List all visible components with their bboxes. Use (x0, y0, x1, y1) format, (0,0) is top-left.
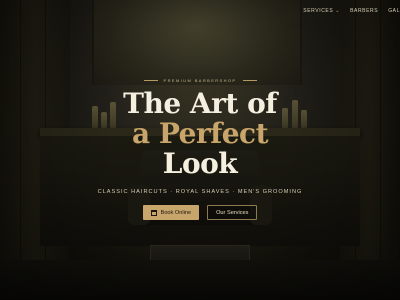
hero-section: PREMIUM BARBERSHOP The Art of a Perfect … (0, 78, 400, 220)
nav-item-barbers[interactable]: BARBERS (350, 8, 378, 14)
our-services-button[interactable]: Our Services (207, 205, 258, 220)
calendar-icon (150, 209, 157, 216)
eyebrow-divider (143, 80, 158, 81)
nav-item-gallery[interactable]: GAL (388, 8, 400, 14)
hero-title: The Art of a Perfect Look (0, 89, 400, 179)
nav-item-label: GAL (388, 8, 400, 14)
chevron-down-icon: ⌄ (335, 8, 341, 14)
hero-title-line-2: a Perfect (131, 117, 269, 150)
eyebrow-divider (242, 80, 257, 81)
hero-title-line-1: The Art of (123, 87, 277, 120)
our-services-label: Our Services (216, 209, 249, 216)
book-online-label: Book Online (160, 209, 192, 216)
hero-title-line-3: Look (162, 147, 238, 180)
eyebrow-text: PREMIUM BARBERSHOP (163, 78, 237, 83)
nav-item-label: BARBERS (350, 8, 379, 14)
nav-item-services[interactable]: SERVICES ⌄ (303, 8, 340, 14)
hero-buttons: Book Online Our Services (0, 205, 400, 220)
eyebrow: PREMIUM BARBERSHOP (0, 78, 400, 83)
nav-item-label: SERVICES (303, 8, 334, 14)
hero-tagline: CLASSIC HAIRCUTS · ROYAL SHAVES · MEN'S … (97, 189, 303, 195)
main-nav: SERVICES ⌄ BARBERS GAL (303, 8, 400, 14)
book-online-button[interactable]: Book Online (142, 205, 200, 220)
